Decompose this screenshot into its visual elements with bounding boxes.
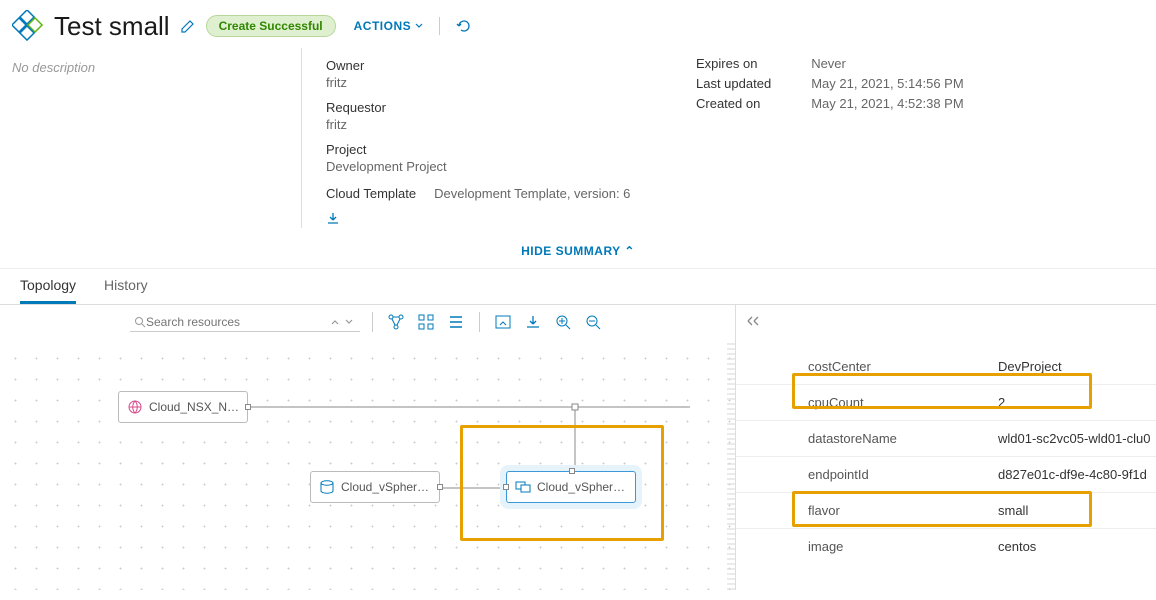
node-port[interactable] (245, 404, 251, 410)
node-vsphere-disk[interactable]: Cloud_vSpher… (310, 471, 440, 503)
expires-value: Never (811, 56, 963, 71)
actions-dropdown[interactable]: ACTIONS (354, 19, 424, 33)
project-label: Project (326, 142, 696, 157)
tabs: Topology History (0, 268, 1156, 305)
search-icon (134, 316, 146, 328)
template-value: Development Template, version: 6 (434, 186, 630, 201)
hide-summary-toggle[interactable]: HIDE SUMMARY ⌃ (0, 236, 1156, 268)
deployment-logo-icon (12, 10, 44, 42)
prop-row: flavor small (736, 493, 1156, 529)
divider (372, 312, 373, 332)
collapse-panel-icon[interactable] (746, 315, 762, 327)
grid-view-icon[interactable] (415, 311, 437, 333)
zoom-in-icon[interactable] (552, 311, 574, 333)
properties-panel: costCenter DevProject cpuCount 2 datasto… (736, 305, 1156, 590)
topology-view-icon[interactable] (385, 311, 407, 333)
node-label: Cloud_NSX_N… (149, 400, 239, 414)
prop-val: DevProject (998, 359, 1156, 374)
header: Test small Create Successful ACTIONS (0, 0, 1156, 48)
prop-row: datastoreName wld01-sc2vc05-wld01-clu0 (736, 421, 1156, 457)
updated-value: May 21, 2021, 5:14:56 PM (811, 76, 963, 91)
prop-key: flavor (808, 503, 998, 518)
workspace: Cloud_NSX_N… Cloud_vSpher… Cloud_vSpher… (0, 305, 1156, 590)
updated-label: Last updated (696, 76, 771, 91)
prop-key: image (808, 539, 998, 554)
resize-handle[interactable] (727, 343, 735, 590)
disk-icon (319, 479, 335, 495)
prop-val: 2 (998, 395, 1156, 410)
node-label: Cloud_vSpher… (341, 480, 429, 494)
node-label: Cloud_vSpher… (537, 480, 625, 494)
prop-val: centos (998, 539, 1156, 554)
summary: No description Owner fritz Requestor fri… (0, 48, 1156, 236)
topology-canvas[interactable]: Cloud_NSX_N… Cloud_vSpher… Cloud_vSpher… (0, 343, 735, 590)
next-result-icon[interactable] (342, 317, 356, 327)
description: No description (12, 48, 302, 228)
node-port[interactable] (437, 484, 443, 490)
search-input[interactable] (146, 315, 328, 329)
node-nsx-network[interactable]: Cloud_NSX_N… (118, 391, 248, 423)
export-icon[interactable] (522, 311, 544, 333)
canvas-toolbar (0, 305, 735, 339)
canvas-area: Cloud_NSX_N… Cloud_vSpher… Cloud_vSpher… (0, 305, 736, 590)
prop-val: d827e01c-df9e-4c80-9f1d (998, 467, 1156, 482)
refresh-icon[interactable] (456, 18, 472, 34)
search-box[interactable] (130, 313, 360, 332)
created-value: May 21, 2021, 4:52:38 PM (811, 96, 963, 111)
prop-key: datastoreName (808, 431, 998, 446)
created-label: Created on (696, 96, 771, 111)
project-value: Development Project (326, 159, 696, 174)
prop-val: small (998, 503, 1156, 518)
prop-key: cpuCount (808, 395, 998, 410)
divider (439, 17, 440, 35)
properties-table: costCenter DevProject cpuCount 2 datasto… (736, 349, 1156, 564)
vm-icon (515, 479, 531, 495)
prop-row: endpointId d827e01c-df9e-4c80-9f1d (736, 457, 1156, 493)
network-icon (127, 399, 143, 415)
node-vsphere-vm[interactable]: Cloud_vSpher… (506, 471, 636, 503)
list-view-icon[interactable] (445, 311, 467, 333)
node-port[interactable] (503, 484, 509, 490)
requestor-value: fritz (326, 117, 696, 132)
owner-value: fritz (326, 75, 696, 90)
actions-label: ACTIONS (354, 19, 412, 33)
prop-key: costCenter (808, 359, 998, 374)
tab-topology[interactable]: Topology (20, 269, 76, 304)
node-port[interactable] (569, 468, 575, 474)
prev-result-icon[interactable] (328, 317, 342, 327)
page-title: Test small (54, 11, 170, 42)
chevron-up-icon: ⌃ (624, 244, 635, 258)
hide-summary-label: HIDE SUMMARY (521, 244, 620, 258)
prop-row: image centos (736, 529, 1156, 564)
expires-label: Expires on (696, 56, 771, 71)
prop-row: costCenter DevProject (736, 349, 1156, 385)
chevron-down-icon (415, 22, 423, 30)
requestor-label: Requestor (326, 100, 696, 115)
tab-history[interactable]: History (104, 269, 148, 304)
prop-key: endpointId (808, 467, 998, 482)
prop-val: wld01-sc2vc05-wld01-clu0 (998, 431, 1156, 446)
divider (479, 312, 480, 332)
edit-icon[interactable] (180, 18, 196, 34)
status-badge: Create Successful (206, 15, 336, 37)
download-icon[interactable] (326, 211, 340, 225)
zoom-out-icon[interactable] (582, 311, 604, 333)
prop-row: cpuCount 2 (736, 385, 1156, 421)
owner-label: Owner (326, 58, 696, 73)
fit-screen-icon[interactable] (492, 311, 514, 333)
template-label: Cloud Template (326, 186, 416, 201)
